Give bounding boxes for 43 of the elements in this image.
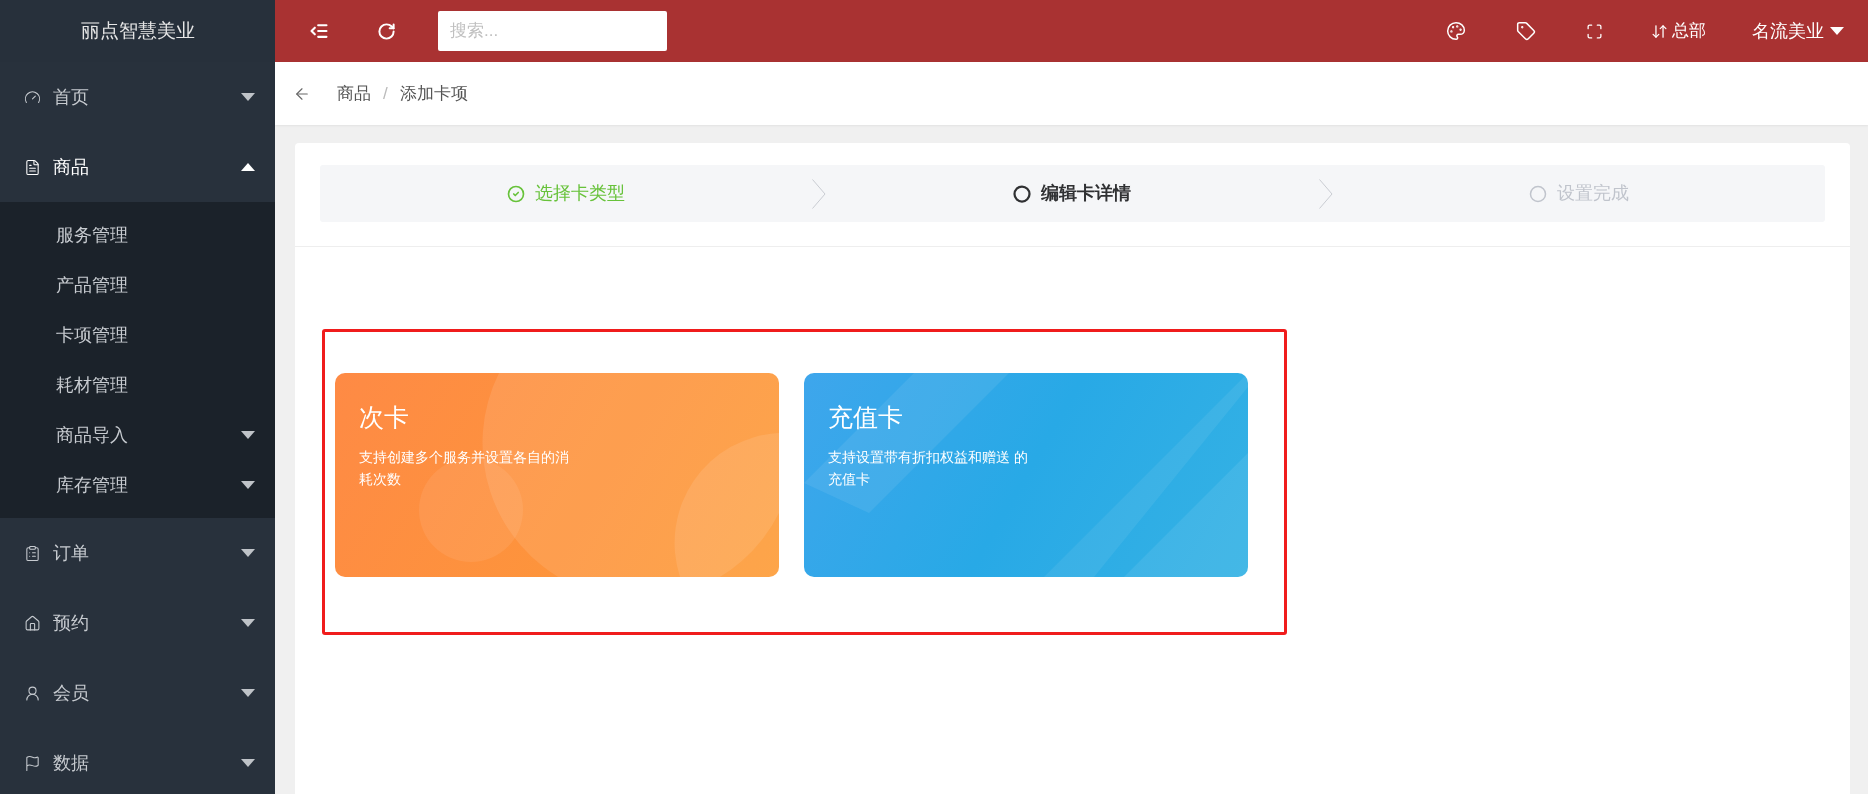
card-description: 支持创建多个服务并设置各自的消耗次数 <box>359 448 570 489</box>
step-item: 选择卡类型 <box>507 180 626 207</box>
search-field[interactable]: 搜索... <box>438 11 667 51</box>
palette-icon[interactable] <box>1446 21 1466 41</box>
gauge-icon <box>24 88 41 106</box>
breadcrumb-link[interactable]: 商品 <box>337 80 371 107</box>
sidebar-menu-item[interactable]: 预约 <box>0 588 275 658</box>
circle-icon <box>1528 184 1547 203</box>
submenu-item[interactable]: 库存管理 <box>0 460 275 510</box>
caret-down-icon <box>1830 27 1844 35</box>
circle-icon <box>1013 184 1032 203</box>
tag-icon[interactable] <box>1516 21 1536 41</box>
submenu-item[interactable]: 服务管理 <box>0 210 275 260</box>
clipboard-icon <box>24 544 41 562</box>
brand-name: 丽点智慧美业 <box>80 18 195 43</box>
sidebar-menu-item[interactable]: 会员 <box>0 658 275 728</box>
sidebar-menu-item[interactable]: 订单 <box>0 518 275 588</box>
card-title: 充值卡 <box>828 402 904 433</box>
step-item: 编辑卡详情 <box>1013 180 1132 207</box>
card-title: 次卡 <box>359 402 410 433</box>
account-menu-button[interactable]: 名流美业 <box>1752 17 1844 45</box>
submenu-item[interactable]: 卡项管理 <box>0 310 275 360</box>
submenu-item[interactable]: 耗材管理 <box>0 360 275 410</box>
house-icon <box>24 614 41 632</box>
sidebar-menu-item[interactable]: 商品 <box>0 132 275 202</box>
sidebar-menu-item[interactable]: 数据 <box>0 728 275 794</box>
card-description: 支持设置带有折扣权益和赠送 的充值卡 <box>828 448 1029 489</box>
sidebar-menu-item[interactable]: 首页 <box>0 62 275 132</box>
store-switch-button[interactable]: 总部 <box>1651 18 1706 44</box>
breadcrumb-link[interactable]: 添加卡项 <box>399 80 468 107</box>
submenu-item[interactable]: 产品管理 <box>0 260 275 310</box>
breadcrumb-separator: / <box>383 82 388 105</box>
check-circle-icon <box>507 184 526 203</box>
switch-arrows-icon <box>1651 22 1668 40</box>
document-icon <box>24 158 41 176</box>
fullscreen-icon[interactable] <box>1586 22 1603 40</box>
step-separator-icon <box>812 178 827 209</box>
collapse-menu-icon[interactable] <box>309 21 329 41</box>
user-icon <box>24 684 41 702</box>
step-separator-icon <box>1318 178 1333 209</box>
submenu-item[interactable]: 商品导入 <box>0 410 275 460</box>
flag-icon <box>24 754 41 772</box>
refresh-icon[interactable] <box>377 21 396 41</box>
